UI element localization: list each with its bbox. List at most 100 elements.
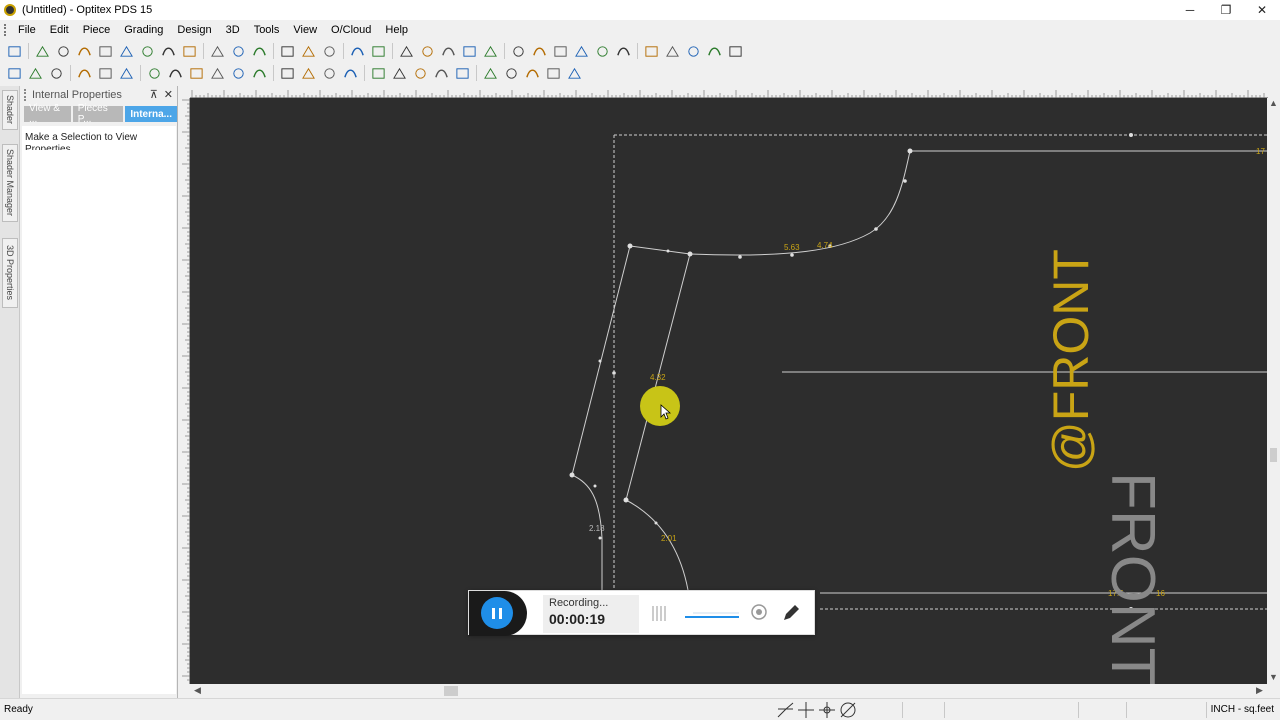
hide-icon[interactable]	[727, 42, 745, 60]
fullness-icon[interactable]	[118, 64, 136, 82]
piece-info-icon[interactable]	[349, 42, 367, 60]
rotate-piece-icon[interactable]	[342, 64, 360, 82]
panel-grip[interactable]	[24, 89, 28, 101]
refresh-icon[interactable]	[370, 64, 388, 82]
panel-close-icon[interactable]: ✕	[164, 88, 173, 101]
audio-level-icon[interactable]	[651, 603, 667, 623]
circle-icon[interactable]	[594, 42, 612, 60]
pause-button[interactable]	[481, 597, 513, 629]
export-excel-icon[interactable]	[160, 42, 178, 60]
undo-icon[interactable]	[230, 42, 248, 60]
menu-tools[interactable]: Tools	[247, 24, 287, 36]
slash-icon[interactable]	[454, 64, 472, 82]
select-arrow-icon[interactable]	[6, 42, 24, 60]
menu-help[interactable]: Help	[378, 24, 415, 36]
snap-cross-icon[interactable]	[797, 701, 816, 719]
menu-grading[interactable]: Grading	[117, 24, 170, 36]
tab-pieces-properties[interactable]: Pieces P...	[72, 103, 124, 125]
symmetry-icon[interactable]	[412, 64, 430, 82]
side-tab-shader[interactable]: Shader	[2, 90, 18, 130]
buttonhole-icon[interactable]	[279, 64, 297, 82]
seam-icon[interactable]	[167, 64, 185, 82]
point	[612, 371, 616, 375]
scroll-down-icon[interactable]: ▼	[1269, 672, 1278, 682]
help-icon[interactable]	[370, 42, 388, 60]
grading-icon[interactable]	[552, 42, 570, 60]
tab-view[interactable]: View & ...	[24, 103, 71, 125]
notch-tool-icon[interactable]	[566, 64, 584, 82]
snap-grid-icon[interactable]	[839, 701, 858, 719]
new-file-icon[interactable]	[34, 42, 52, 60]
scroll-right-icon[interactable]: ▶	[1256, 685, 1263, 696]
front-label-small: @FRONT	[1043, 249, 1099, 472]
webcam-icon[interactable]	[749, 603, 769, 623]
plot-icon[interactable]	[118, 42, 136, 60]
text-icon[interactable]	[146, 64, 164, 82]
notch-add-icon[interactable]	[76, 64, 94, 82]
snap-point-icon[interactable]	[818, 701, 837, 719]
fold-line-icon[interactable]	[321, 64, 339, 82]
pleat-icon[interactable]	[230, 64, 248, 82]
pen-draw-icon[interactable]	[781, 603, 801, 623]
vertical-scroll-thumb[interactable]	[1270, 448, 1277, 462]
select-pieces-icon[interactable]	[419, 42, 437, 60]
fold-icon[interactable]	[510, 42, 528, 60]
zoom-icon[interactable]	[209, 42, 227, 60]
curve-draw-icon[interactable]	[209, 64, 227, 82]
mirror-icon[interactable]	[461, 42, 479, 60]
menu-ocloud[interactable]: O/Cloud	[324, 24, 378, 36]
copy-icon[interactable]	[300, 42, 318, 60]
menu-edit[interactable]: Edit	[43, 24, 76, 36]
menu-file[interactable]: File	[11, 24, 43, 36]
button-placement-icon[interactable]	[251, 64, 269, 82]
save-icon[interactable]	[76, 42, 94, 60]
cut-piece-icon[interactable]	[391, 64, 409, 82]
redo-icon[interactable]	[251, 42, 269, 60]
buttons-icon[interactable]	[573, 42, 591, 60]
horizontal-scroll-thumb[interactable]	[444, 686, 458, 696]
internal-icon[interactable]	[27, 64, 45, 82]
group-icon[interactable]	[300, 64, 318, 82]
tab-internal[interactable]: Interna...	[125, 106, 177, 122]
horizontal-scrollbar[interactable]: ◀ ▶	[190, 684, 1267, 698]
side-tab-shader-manager[interactable]: Shader Manager	[2, 144, 18, 222]
arrange-icon[interactable]	[706, 42, 724, 60]
cut-icon[interactable]	[279, 42, 297, 60]
snap-line-icon[interactable]	[776, 701, 795, 719]
import-icon[interactable]	[181, 42, 199, 60]
shrink-icon[interactable]	[664, 42, 682, 60]
menu-piece[interactable]: Piece	[76, 24, 118, 36]
marker-icon[interactable]	[685, 42, 703, 60]
measure-icon[interactable]	[440, 42, 458, 60]
grain-icon[interactable]	[433, 64, 451, 82]
pin-icon[interactable]: ⊼	[150, 88, 158, 101]
add-image-icon[interactable]	[48, 64, 66, 82]
menu-3d[interactable]: 3D	[219, 24, 247, 36]
scroll-up-icon[interactable]: ▲	[1269, 98, 1278, 108]
point-tools-icon[interactable]	[6, 64, 24, 82]
paste-icon[interactable]	[321, 42, 339, 60]
side-tab-3d-properties[interactable]: 3D Properties	[2, 238, 18, 308]
select-points-icon[interactable]	[398, 42, 416, 60]
walk-icon[interactable]	[545, 64, 563, 82]
volume-slider-icon[interactable]	[683, 603, 743, 623]
notch-icon[interactable]	[531, 42, 549, 60]
vertical-scrollbar[interactable]: ▲ ▼	[1267, 98, 1280, 684]
measure-curve-icon[interactable]	[482, 64, 500, 82]
stitch-icon[interactable]	[643, 42, 661, 60]
curve-icon[interactable]	[615, 42, 633, 60]
scroll-left-icon[interactable]: ◀	[194, 685, 201, 696]
dart-icon[interactable]	[188, 64, 206, 82]
close-button[interactable]: ✕	[1244, 0, 1280, 20]
menu-view[interactable]: View	[286, 24, 324, 36]
drill-hole-icon[interactable]	[97, 64, 115, 82]
print-icon[interactable]	[97, 42, 115, 60]
minimize-button[interactable]: ─	[1172, 0, 1208, 20]
menu-design[interactable]: Design	[170, 24, 218, 36]
zoom-fit-icon[interactable]	[503, 64, 521, 82]
restore-button[interactable]: ❐	[1208, 0, 1244, 20]
sewing-icon[interactable]	[524, 64, 542, 82]
print-setup-icon[interactable]	[139, 42, 157, 60]
rotate-icon[interactable]	[482, 42, 500, 60]
open-folder-icon[interactable]	[55, 42, 73, 60]
